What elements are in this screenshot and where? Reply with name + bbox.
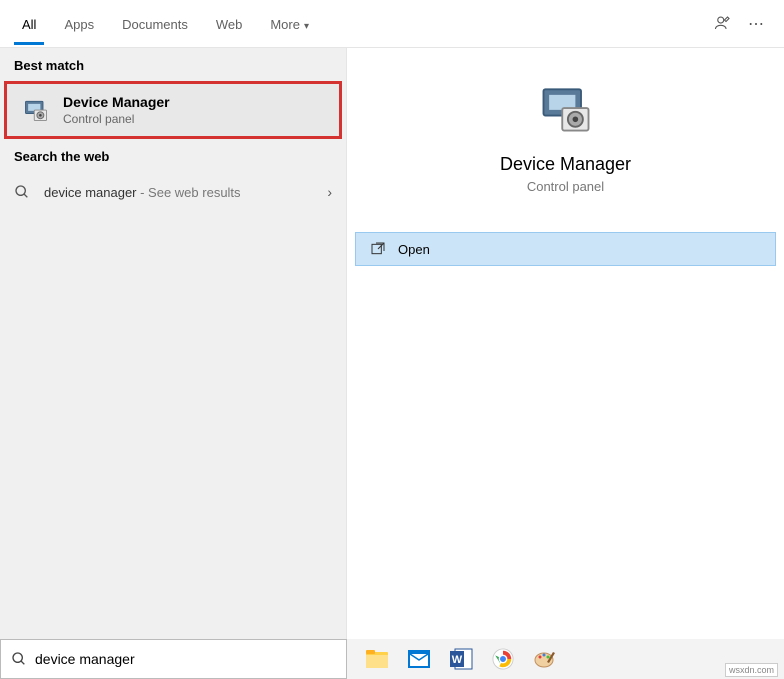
best-match-text: Device Manager Control panel — [63, 94, 325, 126]
watermark: wsxdn.com — [725, 663, 778, 677]
search-web-header: Search the web — [0, 139, 346, 172]
search-box[interactable] — [0, 639, 347, 679]
preview-pane: Device Manager Control panel Open — [347, 48, 784, 639]
preview-subtitle: Control panel — [367, 179, 764, 194]
best-match-result[interactable]: Device Manager Control panel — [4, 81, 342, 139]
filter-tabs-bar: All Apps Documents Web More▾ ⋯ — [0, 0, 784, 48]
device-manager-icon — [21, 95, 51, 125]
taskbar: W wsxdn.com — [347, 639, 784, 679]
more-options-icon[interactable]: ⋯ — [748, 14, 764, 34]
mail-icon[interactable] — [401, 643, 437, 675]
tab-apps[interactable]: Apps — [50, 3, 108, 44]
main-content: Best match Device Manager Control panel … — [0, 48, 784, 639]
feedback-icon[interactable] — [714, 14, 732, 34]
open-icon — [370, 241, 386, 257]
tab-all[interactable]: All — [8, 3, 50, 44]
device-manager-large-icon — [536, 78, 596, 138]
results-pane: Best match Device Manager Control panel … — [0, 48, 347, 639]
web-result-text: device manager - See web results — [44, 185, 327, 200]
open-button[interactable]: Open — [355, 232, 776, 266]
file-explorer-icon[interactable] — [359, 643, 395, 675]
search-icon — [14, 184, 34, 200]
chevron-down-icon: ▾ — [304, 21, 309, 32]
preview-card: Device Manager Control panel — [347, 48, 784, 214]
search-icon — [11, 651, 27, 667]
tab-documents[interactable]: Documents — [108, 3, 202, 44]
best-match-title: Device Manager — [63, 94, 325, 110]
chrome-icon[interactable] — [485, 643, 521, 675]
chevron-right-icon: › — [327, 184, 332, 200]
word-icon[interactable]: W — [443, 643, 479, 675]
svg-text:W: W — [452, 654, 463, 666]
bottom-bar: W wsxdn.com — [0, 639, 784, 679]
filter-tabs: All Apps Documents Web More▾ — [8, 3, 714, 44]
web-search-result[interactable]: device manager - See web results › — [0, 172, 346, 212]
preview-title: Device Manager — [367, 154, 764, 175]
open-label: Open — [398, 242, 430, 257]
best-match-subtitle: Control panel — [63, 112, 325, 126]
tab-web[interactable]: Web — [202, 3, 257, 44]
paint-icon[interactable] — [527, 643, 563, 675]
search-input[interactable] — [35, 651, 336, 667]
top-actions: ⋯ — [714, 14, 776, 34]
tab-more[interactable]: More▾ — [256, 3, 323, 44]
best-match-header: Best match — [0, 48, 346, 81]
